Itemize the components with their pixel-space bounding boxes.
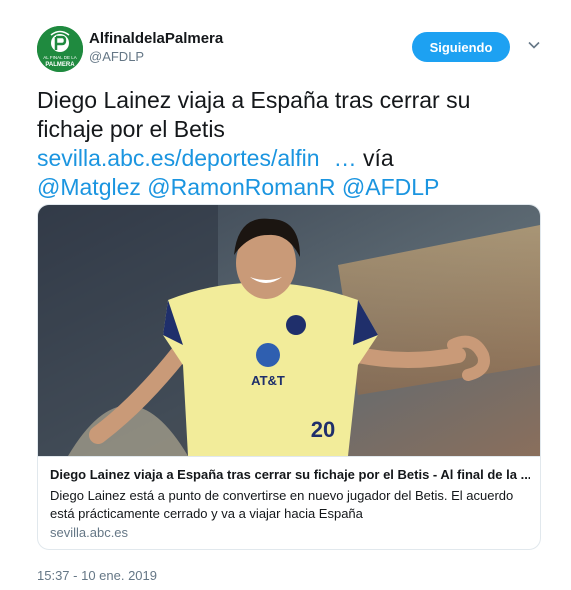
card-description: Diego Lainez está a punto de convertirse… <box>50 488 514 521</box>
avatar-text-bottom: PALMERA <box>45 62 75 68</box>
link-ellipsis[interactable]: … <box>320 145 357 171</box>
tweet-line-2: fichaje por el Betis <box>37 116 225 142</box>
tweet-header: AL FINAL DE LA PALMERA AlfinaldelaPalmer… <box>37 26 547 74</box>
display-name[interactable]: AlfinaldelaPalmera <box>89 30 223 48</box>
palm-logo-icon: AL FINAL DE LA PALMERA <box>37 26 83 72</box>
shirt-number-text: 20 <box>311 417 335 442</box>
card-body[interactable]: Diego Lainez viaja a España tras cerrar … <box>38 456 540 549</box>
mention-ramonromanr[interactable]: @RamonRomanR <box>147 174 335 200</box>
shirt-sponsor-text: AT&T <box>251 373 285 388</box>
mention-afdlp[interactable]: @AFDLP <box>342 174 439 200</box>
card-domain: sevilla.abc.es <box>50 525 129 540</box>
following-button[interactable]: Siguiendo <box>412 32 510 62</box>
tweet-line-3: sevilla.abc.es/deportes/alfin… vía <box>37 144 542 173</box>
tweet-timestamp[interactable]: 15:37 - 10 ene. 2019 <box>37 568 157 583</box>
card-image[interactable]: AT&T 20 <box>38 205 540 456</box>
tweet-line-1: Diego Lainez viaja a España tras cerrar … <box>37 87 471 113</box>
avatar[interactable]: AL FINAL DE LA PALMERA <box>37 26 83 72</box>
link-card[interactable]: AT&T 20 Diego Lainez viaja a España tras… <box>37 204 541 550</box>
author-names: AlfinaldelaPalmera @AFDLP <box>89 30 223 66</box>
tweet-link[interactable]: sevilla.abc.es/deportes/alfin <box>37 145 320 171</box>
via-text: vía <box>356 145 394 171</box>
tweet-line-4: @Matglez @RamonRomanR @AFDLP <box>37 173 542 202</box>
avatar-text-top: AL FINAL DE LA <box>43 55 76 60</box>
chevron-down-icon[interactable] <box>527 38 541 52</box>
tweet-text: Diego Lainez viaja a España tras cerrar … <box>37 86 542 202</box>
user-handle[interactable]: @AFDLP <box>89 48 223 66</box>
mention-matglez[interactable]: @Matglez <box>37 174 141 200</box>
card-title[interactable]: Diego Lainez viaja a España tras cerrar … <box>50 466 530 484</box>
